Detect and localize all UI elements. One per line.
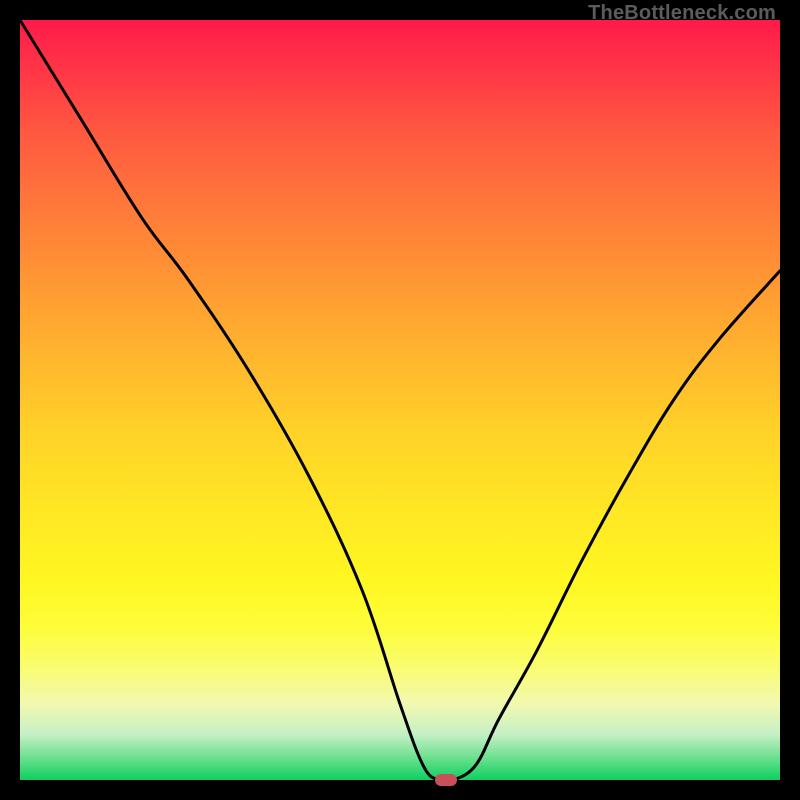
plot-area [20,20,780,780]
bottleneck-curve [20,20,780,780]
chart-container: TheBottleneck.com [0,0,800,800]
minimum-marker [435,774,457,786]
